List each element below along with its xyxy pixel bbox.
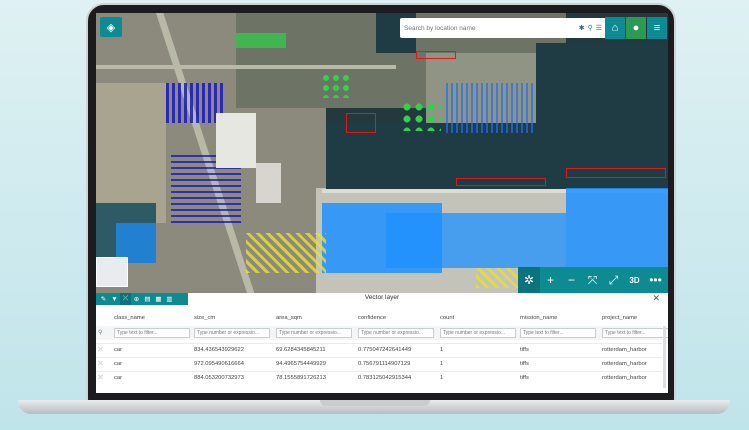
filter-icon[interactable]: ▼ (109, 293, 120, 305)
target-icon[interactable]: ⊕ (131, 293, 142, 305)
column-header[interactable]: project_name (602, 313, 637, 323)
filter-input[interactable]: Type text to filter... (520, 328, 596, 338)
column-header[interactable]: size_cm (194, 313, 215, 323)
hamburger-menu-icon: ≡ (653, 22, 661, 34)
detection-green (236, 33, 286, 48)
3d-toggle-button[interactable]: 3D (624, 267, 645, 293)
table-cell: 1 (440, 346, 444, 353)
table-cell: 0.783125042915344 (358, 374, 412, 381)
detection-green (321, 73, 351, 98)
table-cell: 78.1555891726213 (276, 374, 326, 381)
table-cell: 69.6284345845211 (276, 346, 326, 353)
table-cell: car (114, 374, 123, 381)
table-row[interactable]: ⤫ car 884.053200732973 78.1555891726213 0.78… (96, 371, 662, 383)
column-header[interactable]: confidence (358, 313, 386, 323)
table-cell: tiffs (520, 374, 529, 381)
list-icon[interactable]: ☰ (596, 24, 602, 32)
column-header[interactable]: mission_name (520, 313, 557, 323)
industrial-building (216, 113, 256, 168)
search-bar[interactable]: ✱ ⚲ ☰ (400, 18, 606, 38)
layers-icon[interactable]: ◈ (100, 17, 122, 37)
detection-tank-area (566, 188, 668, 268)
table-cell: 972.095490616664 (194, 360, 244, 367)
detection-ship (346, 113, 376, 133)
column-header[interactable]: area_sqm (276, 313, 302, 323)
harbor-water-north (536, 43, 668, 168)
select-row-icon[interactable]: ⤫ (98, 361, 106, 368)
column-header[interactable]: class_name (114, 313, 145, 323)
select-row-icon[interactable]: ⤫ (98, 375, 106, 382)
laptop-notch (320, 400, 430, 406)
filter-input[interactable]: Type number or expressio... (358, 328, 434, 338)
detection-ship (416, 51, 456, 59)
pencil-icon[interactable]: ✎ (98, 293, 109, 305)
table-cell: rotterdam_harbor (602, 374, 647, 381)
table-scrollbar[interactable] (663, 326, 666, 388)
table-cell: 0.775047242641449 (358, 346, 412, 353)
table-cell: car (114, 346, 123, 353)
road-north (96, 65, 396, 69)
table-header: class_name size_cm area_sqm confidence count… (96, 313, 662, 323)
table-cell: 94.4965754449929 (276, 360, 326, 367)
detection-ship (456, 178, 546, 186)
select-icon[interactable]: ⤫ (120, 293, 131, 305)
fit-extent-button[interactable]: ⤧ (582, 267, 603, 293)
detection-ship (566, 168, 666, 178)
gear-icon[interactable]: ✱ (579, 24, 585, 32)
table-cell: rotterdam_harbor (602, 346, 647, 353)
table-icon[interactable]: ▤ (142, 293, 153, 305)
map-view[interactable]: ◈ ✱ ⚲ ☰ ⌂ ● ≡ ✲+−⤧⤢3D••• (96, 13, 668, 293)
chart-icon[interactable]: ▥ (164, 293, 175, 305)
map-controls: ✲ + − ⤧ ⤢ 3D ••• (518, 267, 668, 293)
more-options-button[interactable]: ••• (645, 267, 666, 293)
detection-tank-area (386, 213, 566, 268)
table-row[interactable]: ⤫ car 972.095490616664 94.4965754449929 0.75… (96, 357, 662, 369)
filter-input[interactable]: Type number or expressio... (440, 328, 516, 338)
user-icon: ● (632, 22, 640, 34)
detection-yellow (246, 233, 326, 273)
minimap[interactable] (96, 257, 128, 287)
filter-row: ⚲ Type text to filter... Type number or e… (96, 326, 668, 340)
table-cell: 1 (440, 360, 444, 367)
compass-button[interactable]: ✲ (518, 267, 540, 293)
grid-icon[interactable]: ▦ (153, 293, 164, 305)
filter-input[interactable]: Type number or expressio... (194, 328, 270, 338)
table-cell: tiffs (520, 346, 529, 353)
industrial-building (256, 163, 281, 203)
table-cell: rotterdam_harbor (602, 360, 647, 367)
table-cell: 0.756791114907129 (358, 360, 411, 367)
table-cell: 884.053200732973 (194, 374, 244, 381)
menu-button[interactable]: ≡ (647, 17, 667, 39)
table-cell: 1 (440, 374, 444, 381)
filter-input[interactable]: Type number or expressio... (276, 328, 352, 338)
search-input[interactable] (404, 24, 576, 32)
detection-green (401, 101, 441, 131)
filter-input[interactable]: Type text to filter... (602, 328, 668, 338)
filter-input[interactable]: Type text to filter... (114, 328, 190, 338)
column-header[interactable]: count (440, 313, 454, 323)
close-icon[interactable]: ✕ (652, 293, 660, 304)
select-row-icon[interactable]: ⤫ (98, 347, 106, 354)
detection-cars (446, 83, 536, 133)
home-button[interactable]: ⌂ (605, 17, 625, 39)
attribute-table-panel: Vector layer ✎ ▼ ⤫ ⊕ ▤ ▦ ▥ ✕ class_name size_cm… (96, 293, 668, 393)
table-row[interactable]: ⤫ car 834.436543929622 69.6284345845211 0.77… (96, 343, 662, 355)
user-button[interactable]: ● (626, 17, 646, 39)
home-icon: ⌂ (611, 22, 619, 34)
search-icon[interactable]: ⚲ (588, 24, 593, 32)
table-cell: 834.436543929622 (194, 346, 244, 353)
land-left-industrial (96, 83, 166, 223)
pin-icon: ⚲ (98, 330, 103, 336)
app-screen: ◈ ✱ ⚲ ☰ ⌂ ● ≡ ✲+−⤧⤢3D••• Vector layer ✎▼… (96, 13, 668, 393)
table-cell: tiffs (520, 360, 529, 367)
zoom-out-button[interactable]: − (561, 267, 582, 293)
table-toolbar: ✎ ▼ ⤫ ⊕ ▤ ▦ ▥ (96, 293, 188, 305)
fullscreen-button[interactable]: ⤢ (603, 267, 624, 293)
table-cell: car (114, 360, 123, 367)
zoom-in-button[interactable]: + (540, 267, 561, 293)
